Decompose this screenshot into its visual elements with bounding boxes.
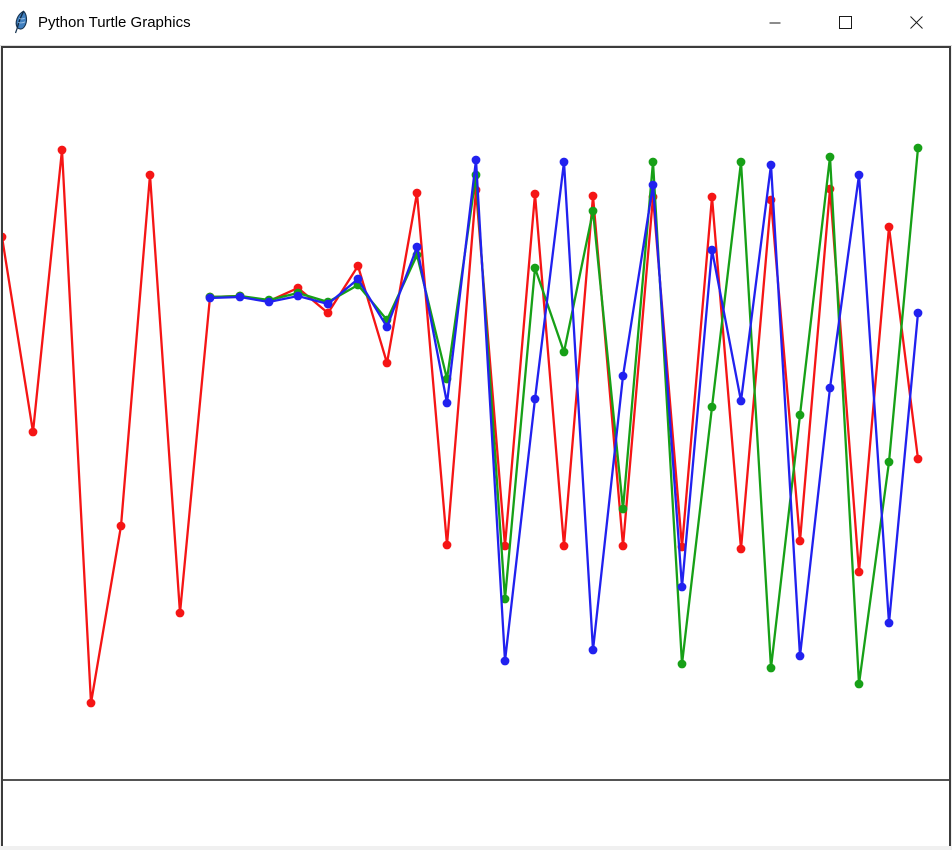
series-green-marker xyxy=(885,458,894,467)
series-green-marker xyxy=(560,348,569,357)
minimize-icon xyxy=(769,17,781,29)
series-blue-marker xyxy=(265,298,274,307)
series-red-marker xyxy=(87,699,96,708)
maximize-icon xyxy=(839,16,852,29)
series-red-marker xyxy=(413,189,422,198)
series-green-marker xyxy=(531,264,540,273)
series-red-marker xyxy=(885,223,894,232)
series-blue-marker xyxy=(236,293,245,302)
series-green-marker xyxy=(589,207,598,216)
series-red-marker xyxy=(58,146,67,155)
series-red-line xyxy=(3,150,918,703)
series-blue-marker xyxy=(472,156,481,165)
series-blue-marker xyxy=(619,372,628,381)
series-red-marker xyxy=(324,309,333,318)
series-red-marker xyxy=(29,428,38,437)
series-blue-marker xyxy=(767,161,776,170)
series-blue-marker xyxy=(649,181,658,190)
series-red-marker xyxy=(117,522,126,531)
series-red-marker xyxy=(737,545,746,554)
series-red-marker xyxy=(619,542,628,551)
series-blue-marker xyxy=(531,395,540,404)
series-red-marker xyxy=(796,537,805,546)
series-blue-marker xyxy=(826,384,835,393)
series-green-marker xyxy=(708,403,717,412)
series-blue-marker xyxy=(914,309,923,318)
window-title: Python Turtle Graphics xyxy=(38,14,191,31)
series-red-marker xyxy=(708,193,717,202)
series-blue-marker xyxy=(678,583,687,592)
series-red-marker xyxy=(443,541,452,550)
series-blue-marker xyxy=(443,399,452,408)
series-red-marker xyxy=(855,568,864,577)
tk-feather-icon xyxy=(11,10,31,36)
series-red-marker xyxy=(176,609,185,618)
series-blue-marker xyxy=(560,158,569,167)
series-green-marker xyxy=(826,153,835,162)
series-green-marker xyxy=(855,680,864,689)
series-red-marker xyxy=(560,542,569,551)
series-blue-marker xyxy=(885,619,894,628)
series-blue-marker xyxy=(206,294,215,303)
series-blue-marker xyxy=(855,171,864,180)
series-green-marker xyxy=(619,505,628,514)
series-blue-marker xyxy=(708,246,717,255)
series-green-marker xyxy=(767,664,776,673)
series-blue-marker xyxy=(324,300,333,309)
series-red-marker xyxy=(914,455,923,464)
series-green-marker xyxy=(737,158,746,167)
series-green-marker xyxy=(914,144,923,153)
close-icon xyxy=(910,16,923,29)
series-blue-marker xyxy=(501,657,510,666)
series-red-marker xyxy=(531,190,540,199)
series-red-marker xyxy=(146,171,155,180)
series-green-marker xyxy=(796,411,805,420)
series-red-marker xyxy=(354,262,363,271)
series-blue-marker xyxy=(294,292,303,301)
turtle-canvas xyxy=(1,46,951,846)
turtle-plot xyxy=(3,48,949,846)
window-controls xyxy=(739,0,952,45)
series-green-marker xyxy=(678,660,687,669)
series-blue-marker xyxy=(589,646,598,655)
series-blue-marker xyxy=(796,652,805,661)
close-button[interactable] xyxy=(881,0,952,45)
title-bar: Python Turtle Graphics xyxy=(0,0,952,46)
series-red-marker xyxy=(3,233,6,242)
series-blue-marker xyxy=(354,275,363,284)
series-red-marker xyxy=(589,192,598,201)
series-red-marker xyxy=(383,359,392,368)
turtle-graphics-window: Python Turtle Graphics xyxy=(0,0,952,850)
series-blue-marker xyxy=(737,397,746,406)
minimize-button[interactable] xyxy=(739,0,810,45)
maximize-button[interactable] xyxy=(810,0,881,45)
series-green-marker xyxy=(649,158,658,167)
series-blue-marker xyxy=(413,243,422,252)
series-blue-marker xyxy=(383,323,392,332)
